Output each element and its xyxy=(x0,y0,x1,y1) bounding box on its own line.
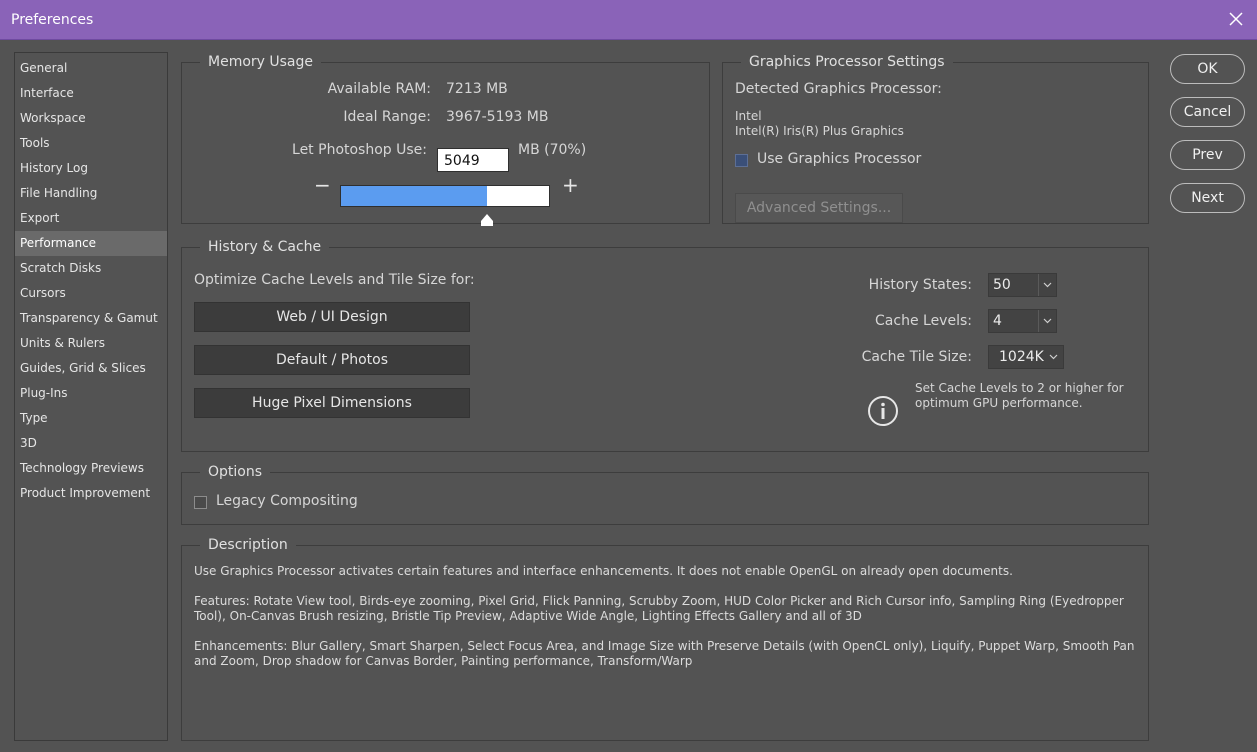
options-group: Options Legacy Compositing xyxy=(181,463,1149,525)
legacy-compositing-label: Legacy Compositing xyxy=(216,493,358,509)
ideal-range-value: 3967-5193 MB xyxy=(446,109,549,125)
available-ram-value: 7213 MB xyxy=(446,81,508,97)
detected-gpu-label: Detected Graphics Processor: xyxy=(735,81,942,97)
web-ui-design-button[interactable]: Web / UI Design xyxy=(194,302,470,332)
prev-button[interactable]: Prev xyxy=(1170,140,1245,170)
huge-pixel-dimensions-button[interactable]: Huge Pixel Dimensions xyxy=(194,388,470,418)
description-group: Description Use Graphics Processor activ… xyxy=(181,536,1149,741)
close-icon[interactable] xyxy=(1227,10,1245,28)
sidebar-item-scratch-disks[interactable]: Scratch Disks xyxy=(15,256,167,281)
cache-tile-size-select[interactable]: 1024K xyxy=(988,345,1064,369)
use-gpu-checkbox[interactable] xyxy=(735,154,748,167)
cancel-button[interactable]: Cancel xyxy=(1170,97,1245,127)
sidebar-item-interface[interactable]: Interface xyxy=(15,81,167,106)
memory-usage-legend: Memory Usage xyxy=(200,53,322,71)
cache-info-text-2: optimum GPU performance. xyxy=(915,396,1083,410)
sidebar-item-product-improvement[interactable]: Product Improvement xyxy=(15,481,167,506)
cache-tile-size-value: 1024K xyxy=(999,349,1044,365)
sidebar-item-guides-grid-slices[interactable]: Guides, Grid & Slices xyxy=(15,356,167,381)
photoshop-use-label: Let Photoshop Use: xyxy=(292,142,427,158)
history-states-select[interactable]: 50 xyxy=(988,273,1057,297)
ram-slider-fill xyxy=(341,186,487,206)
history-cache-legend: History & Cache xyxy=(200,238,330,256)
sidebar-item-transparency-gamut[interactable]: Transparency & Gamut xyxy=(15,306,167,331)
history-states-value: 50 xyxy=(993,277,1011,293)
memory-usage-group: Memory Usage Available RAM: 7213 MB Idea… xyxy=(181,53,710,226)
chevron-down-icon xyxy=(1038,274,1056,296)
title-bar: Preferences xyxy=(0,0,1257,40)
sidebar-item-units-rulers[interactable]: Units & Rulers xyxy=(15,331,167,356)
gpu-vendor: Intel xyxy=(735,109,762,123)
sidebar-item-type[interactable]: Type xyxy=(15,406,167,431)
default-photos-button[interactable]: Default / Photos xyxy=(194,345,470,375)
sidebar-item-general[interactable]: General xyxy=(15,56,167,81)
cache-levels-label: Cache Levels: xyxy=(875,313,972,329)
next-button[interactable]: Next xyxy=(1170,183,1245,213)
description-legend: Description xyxy=(200,536,296,554)
optimize-cache-label: Optimize Cache Levels and Tile Size for: xyxy=(194,272,475,288)
available-ram-label: Available RAM: xyxy=(327,81,431,97)
sidebar-item-cursors[interactable]: Cursors xyxy=(15,281,167,306)
cache-levels-value: 4 xyxy=(993,313,1002,329)
cache-levels-select[interactable]: 4 xyxy=(988,309,1057,333)
window-title: Preferences xyxy=(11,12,94,28)
sidebar-item-workspace[interactable]: Workspace xyxy=(15,106,167,131)
use-gpu-label: Use Graphics Processor xyxy=(757,151,922,167)
decrease-ram-button[interactable]: − xyxy=(314,175,331,195)
increase-ram-button[interactable]: + xyxy=(562,175,579,195)
sidebar-item-3d[interactable]: 3D xyxy=(15,431,167,456)
description-paragraph-2: Features: Rotate View tool, Birds-eye zo… xyxy=(194,594,1124,623)
cache-tile-size-label: Cache Tile Size: xyxy=(861,349,972,365)
ram-usage-unit: MB (70%) xyxy=(518,142,587,158)
advanced-settings-button[interactable]: Advanced Settings... xyxy=(735,193,903,223)
sidebar-item-tools[interactable]: Tools xyxy=(15,131,167,156)
chevron-down-icon xyxy=(1045,346,1063,368)
preferences-category-list: General Interface Workspace Tools History Lo… xyxy=(14,52,168,741)
sidebar-item-export[interactable]: Export xyxy=(15,206,167,231)
ideal-range-label: Ideal Range: xyxy=(343,109,431,125)
chevron-down-icon xyxy=(1038,310,1056,332)
sidebar-item-file-handling[interactable]: File Handling xyxy=(15,181,167,206)
description-paragraph-1: Use Graphics Processor activates certain… xyxy=(194,564,1013,578)
gpu-model: Intel(R) Iris(R) Plus Graphics xyxy=(735,124,904,138)
sidebar-item-technology-previews[interactable]: Technology Previews xyxy=(15,456,167,481)
ram-usage-input[interactable] xyxy=(437,148,509,172)
sidebar-item-plug-ins[interactable]: Plug-Ins xyxy=(15,381,167,406)
ram-slider-thumb[interactable] xyxy=(480,211,493,226)
ram-slider-track[interactable] xyxy=(340,185,550,207)
info-icon xyxy=(867,395,899,431)
history-cache-group: History & Cache Optimize Cache Levels an… xyxy=(181,238,1149,452)
gpu-settings-legend: Graphics Processor Settings xyxy=(741,53,953,71)
sidebar-item-performance[interactable]: Performance xyxy=(15,231,167,256)
options-legend: Options xyxy=(200,463,271,481)
cache-info-text-1: Set Cache Levels to 2 or higher for xyxy=(915,381,1124,395)
sidebar-item-history-log[interactable]: History Log xyxy=(15,156,167,181)
legacy-compositing-checkbox[interactable] xyxy=(194,496,207,509)
ok-button[interactable]: OK xyxy=(1170,54,1245,84)
history-states-label: History States: xyxy=(868,277,972,293)
gpu-settings-group: Graphics Processor Settings Detected Gra… xyxy=(722,53,1149,224)
description-paragraph-3: Enhancements: Blur Gallery, Smart Sharpe… xyxy=(194,639,1135,668)
